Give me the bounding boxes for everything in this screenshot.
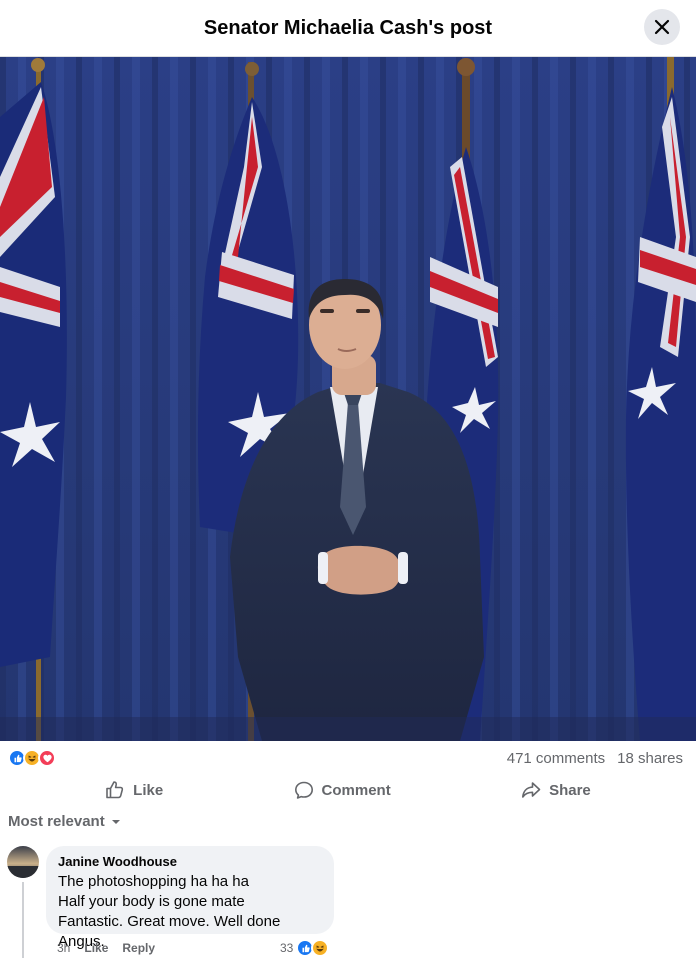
- comment-meta: 3h Like Reply: [57, 940, 155, 956]
- post-photo[interactable]: [0, 57, 696, 741]
- post-dialog-header: Senator Michaelia Cash's post: [0, 0, 696, 57]
- comment-reactions[interactable]: 33: [280, 939, 330, 957]
- comment-sort-dropdown[interactable]: Most relevant: [8, 813, 121, 830]
- share-icon: [522, 782, 541, 798]
- comment-bubble: Janine Woodhouse The photoshopping ha ha…: [46, 846, 334, 950]
- thread-line: [22, 882, 24, 958]
- comment-button[interactable]: Comment: [284, 778, 401, 802]
- love-reaction-icon: [38, 749, 56, 767]
- post-stats: 471 comments 18 shares: [0, 741, 696, 775]
- reaction-summary[interactable]: [8, 749, 56, 767]
- comments-count[interactable]: 471 comments: [507, 750, 605, 767]
- dialog-title: Senator Michaelia Cash's post: [203, 16, 493, 39]
- share-label: Share: [549, 781, 591, 799]
- comment-reply-button[interactable]: Reply: [122, 940, 155, 956]
- comment-line: Half your body is gone mate: [58, 893, 245, 910]
- comment-time[interactable]: 3h: [57, 940, 70, 956]
- comment-reaction-count: 33: [280, 941, 294, 955]
- comment-icon: [294, 781, 313, 799]
- shares-count[interactable]: 18 shares: [617, 750, 683, 767]
- haha-reaction-icon: [311, 939, 330, 957]
- comment-like-button[interactable]: Like: [84, 940, 108, 956]
- like-icon: [106, 781, 124, 799]
- chevron-down-icon: [111, 819, 120, 824]
- comment-author[interactable]: Janine Woodhouse: [58, 854, 322, 870]
- close-icon: [654, 19, 670, 35]
- post-actions: Like Comment Share: [0, 775, 696, 805]
- comment-line: The photoshopping ha ha ha: [58, 873, 249, 890]
- like-button[interactable]: Like: [95, 778, 173, 802]
- like-label: Like: [133, 781, 164, 799]
- photo-illustration: [0, 57, 696, 741]
- close-button[interactable]: [644, 9, 680, 45]
- avatar[interactable]: [7, 846, 39, 878]
- comment-label: Comment: [321, 781, 391, 799]
- sort-label: Most relevant: [8, 813, 105, 830]
- share-button[interactable]: Share: [511, 778, 601, 802]
